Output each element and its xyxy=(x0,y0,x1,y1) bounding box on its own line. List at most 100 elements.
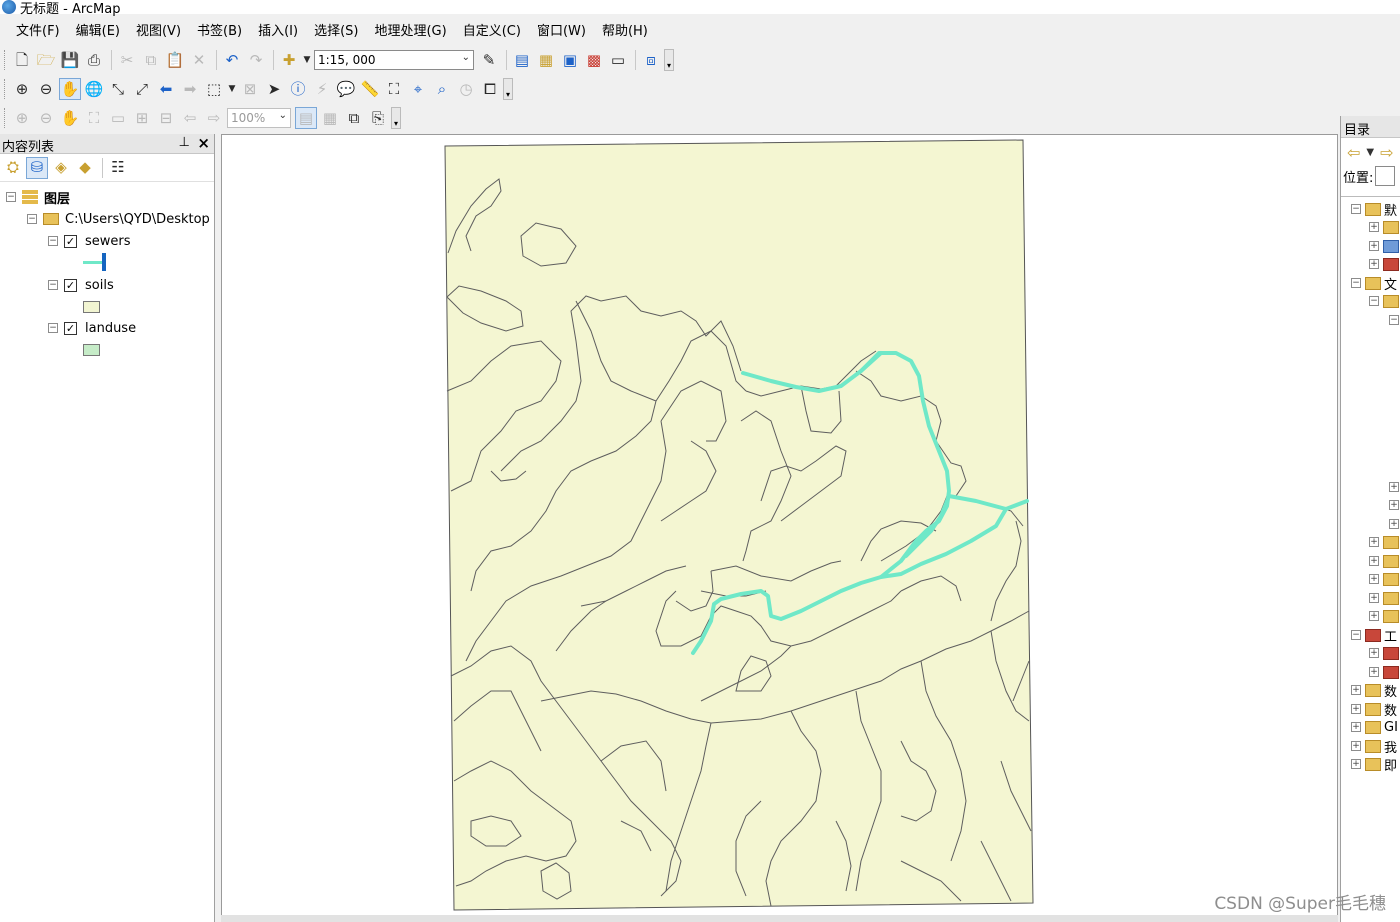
toolbar-grip[interactable] xyxy=(4,79,7,99)
catalog-subitem[interactable]: + xyxy=(1369,218,1400,236)
line-symbol-swatch[interactable] xyxy=(83,252,111,272)
chevron-down-icon[interactable]: ⌄ xyxy=(279,110,287,121)
focus-data-frame-icon[interactable]: ▦ xyxy=(319,107,341,129)
map-view[interactable] xyxy=(221,134,1338,922)
new-document-icon[interactable]: 🗋 xyxy=(11,49,33,71)
catalog-item-my-hosted-services[interactable]: + 我 xyxy=(1351,737,1397,756)
select-features-icon[interactable]: ⬚ xyxy=(203,78,225,100)
add-data-icon[interactable]: ✚ xyxy=(278,49,300,71)
arctoolbox-icon[interactable]: ▩ xyxy=(583,49,605,71)
expand-icon[interactable]: + xyxy=(1369,593,1379,603)
catalog-item-folder-connections[interactable]: − 文 xyxy=(1351,274,1397,293)
fixed-zoom-out-layout-icon[interactable]: ⊟ xyxy=(155,107,177,129)
layer-row-landuse[interactable]: − ✓ landuse xyxy=(48,319,136,337)
expand-icon[interactable]: + xyxy=(1351,741,1361,751)
list-by-source-icon[interactable]: ⛁ xyxy=(26,156,48,179)
measure-icon[interactable]: 📏 xyxy=(359,78,381,100)
toolbar-grip[interactable] xyxy=(4,108,7,128)
layer-row-sewers[interactable]: − ✓ sewers xyxy=(48,232,131,250)
print-icon[interactable]: ⎙ xyxy=(83,49,105,71)
back-arrow-icon[interactable]: ⬅ xyxy=(155,78,177,100)
expand-icon[interactable]: + xyxy=(1389,500,1399,510)
expand-icon[interactable]: + xyxy=(1369,222,1379,232)
catalog-subitem[interactable]: + xyxy=(1369,255,1400,273)
collapse-icon[interactable]: − xyxy=(48,236,58,246)
menu-file[interactable]: 文件(F) xyxy=(8,18,68,46)
expand-icon[interactable]: + xyxy=(1351,704,1361,714)
tree-row-data-path[interactable]: − C:\Users\QYD\Desktop xyxy=(27,210,210,228)
fill-symbol-swatch[interactable] xyxy=(83,301,100,313)
pan-hand-icon[interactable]: ✋ xyxy=(59,78,81,100)
table-of-contents-icon[interactable]: ▤ xyxy=(511,49,533,71)
catalog-item-gis-servers[interactable]: + GI xyxy=(1351,718,1398,736)
identify-icon[interactable]: ⓘ xyxy=(287,78,309,100)
time-slider-icon[interactable]: ◷ xyxy=(455,78,477,100)
catalog-item-database-connections[interactable]: + 数 xyxy=(1351,700,1397,719)
catalog-subitem[interactable]: + xyxy=(1369,552,1400,570)
catalog-subitem[interactable]: + xyxy=(1389,496,1400,514)
globe-icon[interactable]: 🌐 xyxy=(83,78,105,100)
expand-icon[interactable]: + xyxy=(1369,611,1379,621)
select-dropdown-icon[interactable]: ▼ xyxy=(227,78,237,100)
collapse-icon[interactable]: − xyxy=(1351,630,1361,640)
menu-view[interactable]: 视图(V) xyxy=(128,18,189,46)
expand-icon[interactable]: + xyxy=(1389,519,1399,529)
menu-insert[interactable]: 插入(I) xyxy=(250,18,306,46)
collapse-icon[interactable]: − xyxy=(1389,315,1399,325)
change-layout-icon[interactable]: ⧉ xyxy=(343,107,365,129)
paste-icon[interactable]: 📋 xyxy=(164,49,186,71)
catalog-subitem[interactable]: + xyxy=(1369,663,1400,681)
fixed-zoom-in-icon[interactable]: ⤡ xyxy=(107,78,129,100)
python-window-icon[interactable]: ▭ xyxy=(607,49,629,71)
menu-help[interactable]: 帮助(H) xyxy=(594,18,656,46)
redo-icon[interactable]: ↷ xyxy=(245,49,267,71)
open-folder-icon[interactable]: 🗁 xyxy=(35,49,57,71)
menu-bookmarks[interactable]: 书签(B) xyxy=(189,18,250,46)
data-driven-pages-icon[interactable]: ⎘ xyxy=(367,107,389,129)
expand-icon[interactable]: + xyxy=(1369,537,1379,547)
undo-icon[interactable]: ↶ xyxy=(221,49,243,71)
layout-zoom-combo[interactable]: 100% ⌄ xyxy=(227,108,291,128)
layout-zoom-out-icon[interactable]: ⊖ xyxy=(35,107,57,129)
menu-windows[interactable]: 窗口(W) xyxy=(529,18,594,46)
expand-icon[interactable]: + xyxy=(1351,759,1361,769)
close-icon[interactable]: × xyxy=(197,134,210,152)
find-route-icon[interactable]: ⌖ xyxy=(407,78,429,100)
zoom-100-icon[interactable]: ▭ xyxy=(107,107,129,129)
copy-icon[interactable]: ⧉ xyxy=(140,49,162,71)
menu-customize[interactable]: 自定义(C) xyxy=(455,18,529,46)
layout-zoom-in-icon[interactable]: ⊕ xyxy=(11,107,33,129)
catalog-subitem[interactable]: + xyxy=(1369,589,1400,607)
list-by-drawing-order-icon[interactable]: ⛭ xyxy=(2,157,24,179)
search-window-icon[interactable]: ▣ xyxy=(559,49,581,71)
save-icon[interactable]: 💾 xyxy=(59,49,81,71)
toc-options-icon[interactable]: ☷ xyxy=(107,157,129,179)
collapse-icon[interactable]: − xyxy=(48,280,58,290)
menu-selection[interactable]: 选择(S) xyxy=(306,18,366,46)
delete-icon[interactable]: ✕ xyxy=(188,49,210,71)
go-to-xy-icon[interactable]: ⌕ xyxy=(431,78,453,100)
toolbar-options-icon[interactable]: ▾ xyxy=(503,78,513,100)
chevron-down-icon[interactable]: ⌄ xyxy=(462,52,470,63)
toolbar-options-icon[interactable]: ▾ xyxy=(664,49,674,71)
expand-icon[interactable]: + xyxy=(1351,685,1361,695)
expand-icon[interactable]: + xyxy=(1389,482,1399,492)
select-arrow-icon[interactable]: ➤ xyxy=(263,78,285,100)
catalog-subitem[interactable]: + xyxy=(1389,515,1400,533)
pin-icon[interactable]: ⊥ xyxy=(179,135,190,150)
collapse-icon[interactable]: − xyxy=(1351,278,1361,288)
catalog-subitem[interactable]: + xyxy=(1369,607,1400,625)
layer-row-soils[interactable]: − ✓ soils xyxy=(48,276,114,294)
map-scale-combo[interactable]: 1:15, 000 ⌄ xyxy=(314,50,474,70)
collapse-icon[interactable]: − xyxy=(1369,296,1379,306)
zoom-in-icon[interactable]: ⊕ xyxy=(11,78,33,100)
layer-visibility-checkbox[interactable]: ✓ xyxy=(64,321,77,335)
tree-row-layers[interactable]: − 图层 xyxy=(6,188,70,207)
zoom-whole-page-icon[interactable]: ⛶ xyxy=(83,107,105,129)
expand-icon[interactable]: + xyxy=(1351,722,1361,732)
catalog-subitem[interactable]: − xyxy=(1389,311,1400,329)
list-by-selection-icon[interactable]: ◆ xyxy=(74,157,96,179)
toolbar-options-icon[interactable]: ▾ xyxy=(391,107,401,129)
toggle-draft-mode-icon[interactable]: ▤ xyxy=(295,107,317,129)
map-canvas[interactable] xyxy=(222,135,1338,922)
